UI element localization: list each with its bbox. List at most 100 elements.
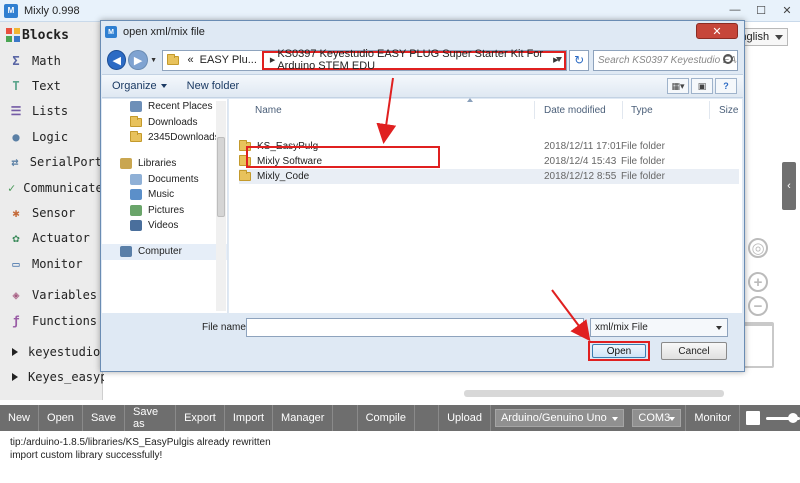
dialog-close-button[interactable]: ✕ — [696, 23, 738, 39]
breadcrumb-highlight[interactable]: ▶ KS0397 Keyestudio EASY PLUG Super Star… — [261, 48, 567, 72]
export-button[interactable]: Export — [176, 405, 225, 431]
nav-item-2345downloads[interactable]: 2345Downloads — [102, 130, 227, 145]
app-titlebar: M Mixly 0.998 — ☐ ✕ — [0, 0, 800, 22]
search-input[interactable]: Search KS0397 Keyestudio EAS... — [592, 49, 738, 71]
main-toolbar: New Open Save Save as Export Import Mana… — [0, 405, 800, 431]
upload-button[interactable]: Upload — [439, 405, 491, 431]
zoom-out-icon[interactable]: − — [748, 296, 768, 316]
nav-scrollbar[interactable] — [216, 101, 226, 311]
serialport-icon: ⇄ — [11, 155, 19, 170]
sidebar-item-lists[interactable]: ☰ Lists — [0, 99, 102, 124]
new-button[interactable]: New — [0, 405, 40, 431]
preview-pane-icon[interactable]: ▣ — [691, 78, 713, 94]
column-type[interactable]: Type — [631, 101, 653, 119]
nav-item-pictures[interactable]: Pictures — [102, 202, 227, 217]
import-button[interactable]: Import — [225, 405, 274, 431]
maximize-button[interactable]: ☐ — [748, 0, 774, 20]
search-placeholder: Search KS0397 Keyestudio EAS... — [597, 54, 738, 66]
sidebar-item-logic[interactable]: ● Logic — [0, 124, 102, 149]
column-date[interactable]: Date modified — [544, 101, 606, 119]
workspace-scrollbar[interactable] — [464, 390, 724, 397]
sidebar-item-functions[interactable]: ƒ Functions — [0, 308, 102, 333]
compile-button[interactable]: Compile — [358, 405, 415, 431]
scroll-thumb[interactable] — [217, 137, 225, 217]
sidebar-item-communicate[interactable]: ✓ Communicate — [0, 175, 103, 200]
sidebar-group[interactable]: Keyes_easypulg — [0, 365, 129, 390]
recent-locations-icon[interactable]: ▼ — [150, 50, 158, 70]
filename-input[interactable] — [246, 318, 584, 337]
help-icon[interactable]: ? — [715, 78, 737, 94]
nav-item-libraries[interactable]: Libraries — [102, 156, 227, 171]
sidebar-item-sensor[interactable]: ✱ Sensor — [0, 200, 102, 225]
library-icon — [120, 158, 132, 170]
actuator-icon: ✿ — [12, 231, 20, 246]
sidebar-item-label: SerialPort — [29, 155, 102, 170]
sidebar-group[interactable]: keyestudio — [0, 339, 102, 364]
nav-item-downloads[interactable]: Downloads — [102, 114, 227, 129]
sidebar-item-label: Text — [32, 79, 61, 94]
close-button[interactable]: ✕ — [774, 0, 800, 20]
toolbar-spacer — [333, 405, 358, 431]
chevron-down-icon — [775, 35, 783, 40]
file-row-selected[interactable]: Mixly_Code 2018/12/12 8:55 File folder — [239, 169, 739, 184]
window-controls: — ☐ ✕ — [722, 0, 800, 20]
column-name[interactable]: Name — [255, 101, 282, 119]
slider-knob[interactable] — [787, 412, 798, 423]
back-arrow-icon[interactable]: ◀ — [107, 50, 127, 70]
manager-button[interactable]: Manager — [273, 405, 334, 431]
zoom-in-icon[interactable]: + — [748, 272, 768, 292]
new-folder-button[interactable]: New folder — [177, 80, 250, 92]
dialog-cancel-button[interactable]: Cancel — [661, 342, 727, 360]
nav-item-computer[interactable]: Computer — [102, 244, 227, 260]
file-type: File folder — [621, 171, 665, 182]
breadcrumb-current[interactable]: KS0397 Keyestudio EASY PLUG Super Starte… — [277, 48, 545, 72]
blocks-sidebar: Blocks Σ Math T Text ☰ Lists ● Logic ⇄ SerialPort… — [0, 22, 129, 400]
recenter-icon[interactable]: ◎ — [748, 238, 768, 258]
folder-icon — [239, 170, 251, 181]
column-divider[interactable] — [709, 101, 710, 119]
save-button[interactable]: Save — [83, 405, 126, 431]
column-divider[interactable] — [622, 101, 623, 119]
puzzle-icon — [6, 28, 20, 42]
nav-item-videos[interactable]: Videos — [102, 218, 227, 233]
math-icon: Σ — [12, 53, 20, 68]
sidebar-item-text[interactable]: T Text — [0, 73, 102, 98]
blocks-header: Blocks — [0, 22, 102, 48]
board-select[interactable]: Arduino/Genuino Uno — [494, 409, 625, 427]
nav-item-music[interactable]: Music — [102, 187, 227, 202]
minimize-button[interactable]: — — [722, 0, 748, 20]
chevron-down-icon[interactable] — [556, 56, 563, 62]
sidebar-item-math[interactable]: Σ Math — [0, 48, 102, 73]
forward-arrow-icon[interactable]: ▶ — [128, 50, 148, 70]
filename-label: File name: — [202, 322, 249, 333]
view-mode-icon[interactable]: ▦▾ — [667, 78, 689, 94]
code-panel-toggle[interactable]: ‹ — [782, 162, 796, 210]
music-icon — [130, 189, 142, 201]
zoom-slider[interactable] — [765, 412, 800, 423]
sidebar-item-actuator[interactable]: ✿ Actuator — [0, 226, 102, 251]
mixly-logo-icon: M — [4, 3, 18, 18]
organize-menu[interactable]: Organize — [102, 80, 177, 92]
nav-item-documents[interactable]: Documents — [102, 172, 227, 187]
expand-icon — [12, 347, 18, 356]
pictures-icon — [130, 204, 142, 216]
breadcrumb-segment[interactable]: EASY Plu... — [197, 54, 260, 66]
address-bar[interactable]: « EASY Plu... ▶ KS0397 Keyestudio EASY P… — [161, 48, 568, 72]
dialog-open-button[interactable]: Open — [592, 344, 646, 358]
port-select[interactable]: COM3 — [632, 409, 682, 427]
open-button[interactable]: Open — [39, 405, 83, 431]
file-type-filter[interactable]: xml/mix File — [590, 318, 728, 337]
save-as-button[interactable]: Save as — [125, 405, 177, 431]
sidebar-item-label: Lists — [32, 104, 69, 119]
refresh-icon[interactable]: ↻ — [569, 49, 589, 71]
sidebar-item-serialport[interactable]: ⇄ SerialPort — [0, 150, 102, 175]
sidebar-item-monitor[interactable]: ▭ Monitor — [0, 251, 102, 276]
column-divider[interactable] — [534, 101, 535, 119]
monitor-button[interactable]: Monitor — [685, 405, 741, 431]
breadcrumb-overflow[interactable]: « — [185, 54, 197, 66]
sidebar-item-variables[interactable]: ◈ Variables — [0, 283, 102, 308]
nav-item-recent-places[interactable]: Recent Places — [102, 99, 227, 114]
column-size[interactable]: Size — [719, 101, 738, 119]
file-date: 2018/12/4 15:43 — [544, 156, 617, 167]
file-date: 2018/12/11 17:01 — [544, 141, 622, 152]
